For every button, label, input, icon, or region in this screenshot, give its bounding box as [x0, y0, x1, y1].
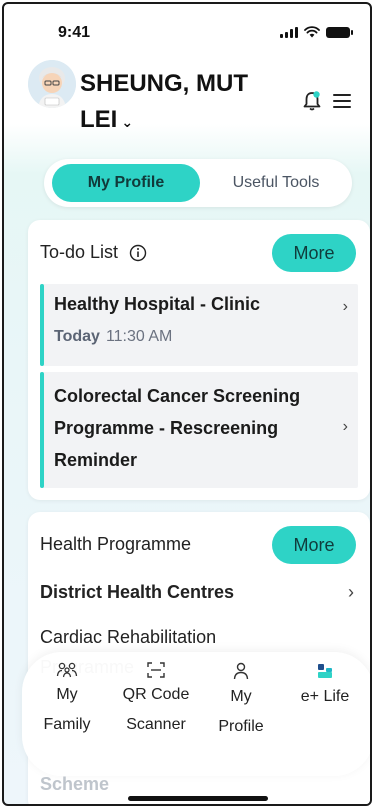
- todo-card: To-do List More Healthy Hospital - Clini…: [28, 220, 370, 500]
- tab-my-profile[interactable]: My Profile: [52, 164, 200, 202]
- todo-more-button[interactable]: More: [272, 234, 356, 272]
- nav-my-family-label: My Family: [43, 686, 91, 733]
- user-name[interactable]: SHEUNG, MUT LEI ⌄: [80, 66, 280, 140]
- bottom-navigation: My Family QR Code Scanner My Profile e+ …: [22, 652, 370, 776]
- todo-item-title: Colorectal Cancer Screening Programme - …: [54, 386, 301, 470]
- todo-item[interactable]: Colorectal Cancer Screening Programme - …: [40, 372, 358, 488]
- home-indicator[interactable]: [128, 796, 268, 801]
- health-programme-title: Health Programme: [40, 534, 192, 554]
- nav-eplus-life[interactable]: e+ Life: [288, 662, 362, 712]
- family-icon: [56, 662, 78, 678]
- app-screen: 9:41 SHEUNG, MUT LEI ⌄ My Profile Useful…: [2, 2, 372, 806]
- nav-eplus-life-label: e+ Life: [300, 688, 350, 705]
- chevron-right-icon: ›: [342, 418, 348, 435]
- todo-title: To-do List: [40, 242, 119, 262]
- battery-icon: [326, 27, 353, 38]
- nav-qr-scanner-label: QR Code Scanner: [122, 686, 190, 733]
- chevron-right-icon: ›: [342, 298, 348, 315]
- user-name-line2: LEI: [80, 106, 118, 133]
- nav-my-profile[interactable]: My Profile: [206, 662, 276, 742]
- todo-title-row: To-do List: [40, 242, 147, 263]
- avatar[interactable]: [28, 60, 76, 108]
- info-icon[interactable]: [129, 244, 147, 262]
- eplus-life-icon: [318, 664, 332, 678]
- district-health-centres-row[interactable]: District Health Centres ›: [40, 582, 358, 603]
- header-actions: [302, 90, 352, 112]
- todo-item-title: Healthy Hospital - Clinic: [54, 294, 261, 314]
- elderly-avatar-icon: [28, 60, 76, 108]
- user-name-line1: SHEUNG, MUT: [80, 70, 248, 97]
- qr-scan-icon: [147, 662, 165, 678]
- district-health-centres-label: District Health Centres: [40, 582, 235, 602]
- chevron-down-icon[interactable]: ⌄: [121, 114, 133, 130]
- partial-scheme-text: Scheme: [40, 774, 110, 794]
- nav-my-profile-label: My Profile: [218, 688, 264, 735]
- todo-item-day: Today: [54, 328, 100, 345]
- menu-icon[interactable]: [332, 92, 352, 110]
- status-time: 9:41: [58, 24, 91, 41]
- nav-my-family[interactable]: My Family: [32, 662, 102, 740]
- status-bar: 9:41: [4, 4, 370, 48]
- todo-item-time: 11:30 AM: [105, 328, 173, 345]
- profile-tools-toggle: My Profile Useful Tools: [44, 159, 352, 207]
- wifi-icon: [304, 26, 320, 38]
- todo-item-datetime: Today 11:30 AM: [54, 328, 172, 346]
- nav-qr-scanner[interactable]: QR Code Scanner: [114, 662, 198, 740]
- health-programme-more-button[interactable]: More: [272, 526, 356, 564]
- profile-icon: [233, 662, 249, 680]
- notification-bell-icon[interactable]: [302, 90, 322, 112]
- chevron-right-icon: ›: [348, 582, 354, 602]
- signal-icon: [280, 27, 298, 38]
- todo-item[interactable]: Healthy Hospital - Clinic Today 11:30 AM …: [40, 284, 358, 366]
- status-icons: [280, 26, 353, 38]
- tab-useful-tools[interactable]: Useful Tools: [208, 164, 344, 202]
